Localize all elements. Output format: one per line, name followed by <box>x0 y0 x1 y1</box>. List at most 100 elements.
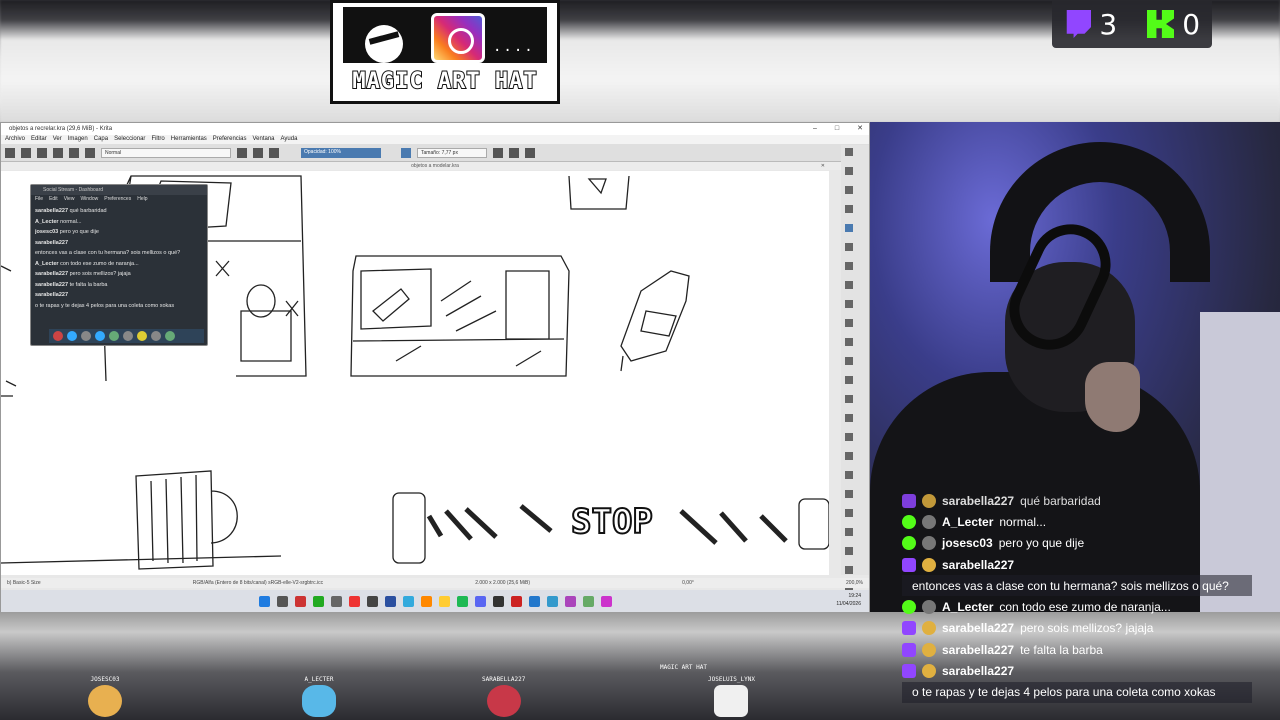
app-icon-5[interactable] <box>582 595 594 607</box>
crop-tool-icon[interactable] <box>845 376 853 384</box>
polygon-tool-icon[interactable] <box>845 300 853 308</box>
maximize-button[interactable]: □ <box>835 123 839 135</box>
obs-icon[interactable] <box>492 595 504 607</box>
taskbar-clock[interactable]: 19:24 11/04/2026 <box>836 592 861 608</box>
ellipse-select-icon[interactable] <box>845 509 853 517</box>
menu-seleccionar[interactable]: Seleccionar <box>114 135 145 144</box>
document-tab[interactable]: objetos a modelar.kra ✕ <box>1 162 869 170</box>
gradient-icon[interactable] <box>53 147 63 158</box>
close-button[interactable]: ✕ <box>857 123 863 135</box>
brush-tool-icon[interactable] <box>845 224 853 232</box>
gradient-tool-icon[interactable] <box>845 395 853 403</box>
ellipse-tool-icon[interactable] <box>845 281 853 289</box>
xbox-icon[interactable] <box>312 595 324 607</box>
status-zoom[interactable]: 200,0% <box>846 578 863 588</box>
close-doc-icon[interactable]: ✕ <box>821 162 825 170</box>
popup-menu-view[interactable]: View <box>64 195 75 204</box>
rect-select-icon[interactable] <box>845 490 853 498</box>
popup-menu-window[interactable]: Window <box>80 195 98 204</box>
folder-icon[interactable] <box>438 595 450 607</box>
freehand-path-icon[interactable] <box>845 319 853 327</box>
calligraphy-icon[interactable] <box>845 205 853 213</box>
eyedropper-icon[interactable] <box>845 433 853 441</box>
magic-wand-icon[interactable] <box>845 547 853 555</box>
firefox-icon[interactable] <box>420 595 432 607</box>
opera-icon[interactable] <box>510 595 522 607</box>
save-icon[interactable] <box>37 147 47 158</box>
menu-ayuda[interactable]: Ayuda <box>281 135 298 144</box>
text-tool-icon[interactable] <box>845 167 853 175</box>
status-rotation[interactable]: 0,00° <box>682 578 694 588</box>
wrap-icon[interactable] <box>509 147 519 158</box>
open-icon[interactable] <box>21 147 31 158</box>
overlay-chat-line: sarabella227 <box>902 554 1252 575</box>
pattern-icon[interactable] <box>69 147 79 158</box>
rectangle-tool-icon[interactable] <box>845 262 853 270</box>
app-icon-3[interactable] <box>366 595 378 607</box>
kick-icon <box>1146 10 1175 38</box>
select-tool-icon[interactable] <box>845 148 853 156</box>
premiere-icon[interactable] <box>384 595 396 607</box>
start-icon[interactable] <box>258 595 270 607</box>
telegram-icon[interactable] <box>402 595 414 607</box>
volume-icon[interactable] <box>165 331 175 341</box>
crop-icon[interactable] <box>525 147 535 158</box>
transform-tool-icon[interactable] <box>845 338 853 346</box>
measure-tool-icon[interactable] <box>845 471 853 479</box>
alpha-lock-icon[interactable] <box>253 147 263 158</box>
spotify-icon[interactable] <box>456 595 468 607</box>
menu-herramientas[interactable]: Herramientas <box>171 135 207 144</box>
opacity-slider[interactable]: Opacidad: 100% <box>301 147 381 158</box>
menu-filtro[interactable]: Filtro <box>151 135 164 144</box>
discord-icon[interactable] <box>474 595 486 607</box>
menu-preferencias[interactable]: Preferencias <box>213 135 247 144</box>
settings-icon[interactable] <box>123 331 133 341</box>
viewer-avatar-name: A_LECTER <box>304 676 334 683</box>
menu-ventana[interactable]: Ventana <box>252 135 274 144</box>
blend-mode-select[interactable]: Normal <box>101 147 231 158</box>
vscode-icon[interactable] <box>528 595 540 607</box>
chat-icon[interactable] <box>67 331 77 341</box>
new-document-icon[interactable] <box>5 147 15 158</box>
filter-icon[interactable] <box>95 331 105 341</box>
eraser-icon[interactable] <box>237 147 247 158</box>
reload-icon[interactable] <box>269 147 279 158</box>
color-swatch-icon[interactable] <box>401 147 411 158</box>
popup-menu-help[interactable]: Help <box>137 195 147 204</box>
freehand-select-icon[interactable] <box>845 528 853 536</box>
fill-tool-icon[interactable] <box>845 414 853 422</box>
move-tool-icon[interactable] <box>845 357 853 365</box>
menu-imagen[interactable]: Imagen <box>68 135 88 144</box>
edit-shapes-icon[interactable] <box>845 186 853 194</box>
menu-editar[interactable]: Editar <box>31 135 47 144</box>
app-icon-4[interactable] <box>564 595 576 607</box>
app-icon-1[interactable] <box>294 595 306 607</box>
sketch-floor-line <box>1 555 282 564</box>
line-tool-icon[interactable] <box>845 243 853 251</box>
keyboard-icon[interactable] <box>151 331 161 341</box>
chrome-icon[interactable] <box>546 595 558 607</box>
popup-menu-edit[interactable]: Edit <box>49 195 58 204</box>
popup-menu-file[interactable]: File <box>35 195 43 204</box>
pause-icon[interactable] <box>53 331 63 341</box>
menu-ver[interactable]: Ver <box>53 135 62 144</box>
emoji-icon[interactable] <box>109 331 119 341</box>
size-slider[interactable]: Tamaño: 7,77 px <box>417 147 487 158</box>
app-icon-2[interactable] <box>348 595 360 607</box>
assistant-tool-icon[interactable] <box>845 452 853 460</box>
popup-menu-preferences[interactable]: Preferences <box>104 195 131 204</box>
stream-scene: .... MAGIC ART HAT 3 0 objetos a recrela… <box>0 0 1280 720</box>
broom-icon[interactable] <box>137 331 147 341</box>
mirror-icon[interactable] <box>493 147 503 158</box>
menu-capa[interactable]: Capa <box>94 135 108 144</box>
krita-icon[interactable] <box>600 595 612 607</box>
bell-icon[interactable] <box>81 331 91 341</box>
menu-archivo[interactable]: Archivo <box>5 135 25 144</box>
viewer-avatar: MAGIC ART HAT <box>660 664 707 671</box>
settings-icon[interactable] <box>330 595 342 607</box>
avatar-icon <box>922 493 936 508</box>
minimize-button[interactable]: – <box>813 123 817 135</box>
zoom-tool-icon[interactable] <box>845 566 853 574</box>
taskview-icon[interactable] <box>276 595 288 607</box>
brush-preset-icon[interactable] <box>85 147 95 158</box>
